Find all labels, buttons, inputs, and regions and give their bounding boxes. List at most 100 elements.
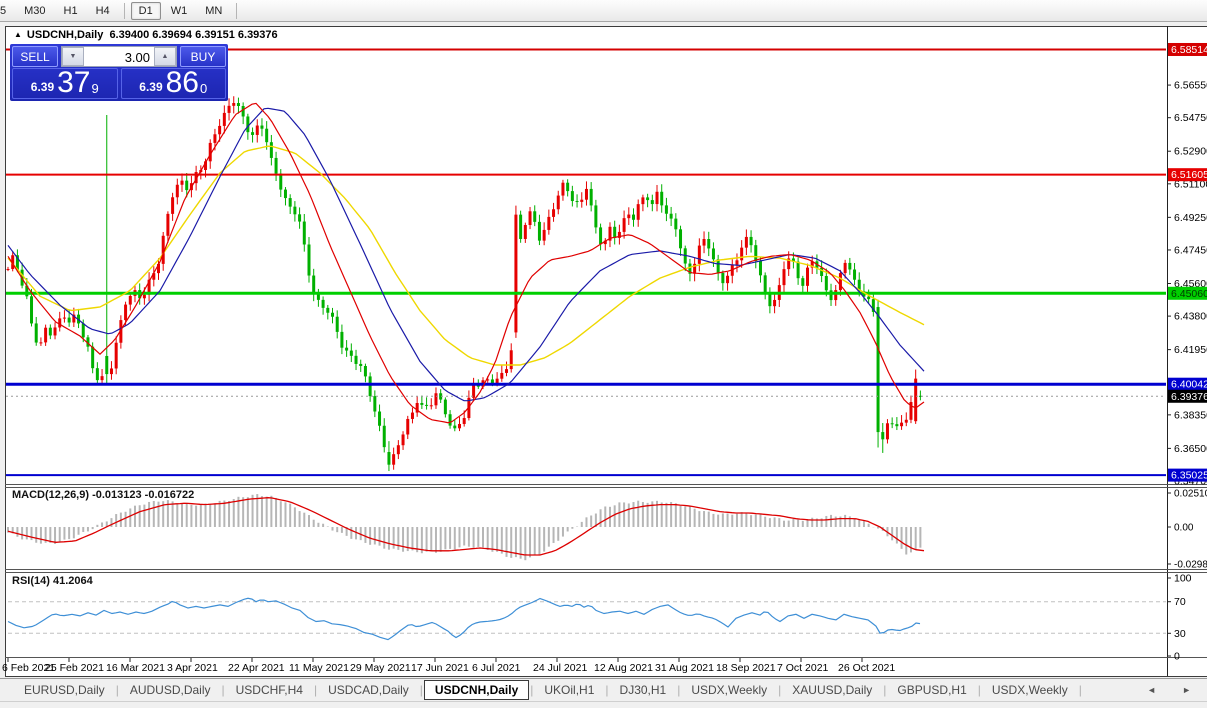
tab-scroll-left-icon[interactable]: ◄ bbox=[1147, 685, 1156, 695]
candle-body bbox=[354, 355, 358, 364]
ma-fast-red bbox=[7, 102, 925, 424]
chart-canvas[interactable]: 6.565506.547506.529006.511006.492506.474… bbox=[0, 0, 1207, 678]
candle-body bbox=[265, 128, 269, 143]
candle-body bbox=[34, 323, 38, 343]
chart-tab-gbpusd-h1[interactable]: GBPUSD,H1 bbox=[887, 680, 976, 700]
chart-tab-eurusd-daily[interactable]: EURUSD,Daily bbox=[14, 680, 115, 700]
price-tick-label: 6.54750 bbox=[1174, 112, 1207, 124]
candle-body bbox=[279, 173, 283, 190]
candle-body bbox=[552, 209, 556, 217]
candle-body bbox=[457, 423, 461, 429]
candle-body bbox=[293, 206, 297, 215]
candle-body bbox=[650, 200, 654, 205]
candle-body bbox=[6, 268, 10, 270]
volume-decrease-button[interactable]: ▼ bbox=[62, 47, 84, 66]
price-tick-label: 6.41950 bbox=[1174, 344, 1207, 356]
macd-pane[interactable] bbox=[7, 494, 925, 561]
rsi-pane[interactable] bbox=[7, 597, 1166, 641]
volume-increase-button[interactable]: ▲ bbox=[154, 47, 176, 66]
candle-body bbox=[382, 425, 386, 448]
candle-body bbox=[749, 236, 753, 246]
candle-body bbox=[283, 189, 287, 199]
collapse-arrow-icon[interactable]: ▲ bbox=[14, 30, 22, 39]
candle-body bbox=[175, 184, 179, 198]
candle-body bbox=[796, 261, 800, 279]
chart-tab-ukoil-h1[interactable]: UKOil,H1 bbox=[534, 680, 604, 700]
chart-title: ▲ USDCNH,Daily 6.39400 6.39694 6.39151 6.… bbox=[14, 29, 278, 41]
chart-tab-xauusd-daily[interactable]: XAUUSD,Daily bbox=[782, 680, 882, 700]
price-tick-label: 6.36500 bbox=[1174, 443, 1207, 455]
candle-body bbox=[801, 278, 805, 286]
price-badge-label: 6.45060 bbox=[1171, 288, 1207, 300]
candle-body bbox=[213, 134, 217, 143]
date-tick-label: 17 Jun 2021 bbox=[411, 662, 469, 674]
candle-body bbox=[528, 211, 532, 225]
candle-body bbox=[30, 296, 34, 324]
chart-tab-usdx-weekly[interactable]: USDX,Weekly bbox=[681, 680, 777, 700]
tab-separator: | bbox=[530, 683, 534, 697]
status-bar bbox=[0, 701, 1207, 708]
volume-input[interactable]: 3.00 bbox=[84, 47, 154, 66]
candle-body bbox=[251, 132, 255, 135]
candle-body bbox=[227, 105, 231, 113]
tab-separator: | bbox=[115, 683, 119, 697]
chart-tab-usdchf-h4[interactable]: USDCHF,H4 bbox=[226, 680, 313, 700]
date-tick-label: 26 Oct 2021 bbox=[838, 662, 895, 674]
candle-body bbox=[81, 323, 85, 338]
chart-tab-audusd-daily[interactable]: AUDUSD,Daily bbox=[120, 680, 221, 700]
candle-body bbox=[340, 331, 344, 348]
price-badge-label: 6.40042 bbox=[1171, 379, 1207, 391]
candle-body bbox=[679, 229, 683, 249]
tab-scroll-right-icon[interactable]: ► bbox=[1182, 685, 1191, 695]
candle-body bbox=[316, 294, 320, 300]
chart-tab-usdcad-daily[interactable]: USDCAD,Daily bbox=[318, 680, 419, 700]
candle-body bbox=[900, 422, 904, 427]
date-tick-label: 31 Aug 2021 bbox=[655, 662, 714, 674]
candle-body bbox=[735, 260, 739, 265]
candle-body bbox=[867, 296, 871, 300]
candle-body bbox=[218, 125, 222, 135]
candle-body bbox=[288, 198, 292, 207]
one-click-trading-panel: SELL ▼ 3.00 ▲ BUY 6.39 37 9 6.39 86 0 bbox=[10, 44, 228, 101]
candle-body bbox=[726, 275, 730, 284]
candle-body bbox=[505, 369, 509, 373]
candle-body bbox=[523, 224, 527, 239]
candle-body bbox=[39, 342, 43, 344]
candle-body bbox=[655, 191, 659, 205]
price-badge-label: 6.39376 bbox=[1171, 391, 1207, 403]
price-tick-label: 6.52900 bbox=[1174, 146, 1207, 158]
buy-button[interactable]: BUY bbox=[180, 46, 226, 67]
candle-body bbox=[307, 244, 311, 276]
candle-body bbox=[100, 376, 104, 381]
date-tick-label: 18 Sep 2021 bbox=[716, 662, 776, 674]
main-price-pane[interactable] bbox=[6, 48, 1166, 477]
candle-body bbox=[707, 239, 711, 249]
chart-tab-usdcnh-daily[interactable]: USDCNH,Daily bbox=[423, 680, 530, 700]
tab-separator: | bbox=[1078, 683, 1082, 697]
candle-body bbox=[594, 205, 598, 228]
chart-tab-bar: EURUSD,Daily | AUDUSD,Daily | USDCHF,H4 | USDC… bbox=[0, 678, 1207, 701]
buy-price-display[interactable]: 6.39 86 0 bbox=[120, 68, 226, 99]
candle-body bbox=[660, 191, 664, 206]
sell-button[interactable]: SELL bbox=[12, 46, 58, 67]
sell-price-prefix: 6.39 bbox=[30, 80, 55, 94]
candle-body bbox=[509, 350, 513, 370]
chart-tab-usdx-weekly[interactable]: USDX,Weekly bbox=[982, 680, 1078, 700]
macd-indicator-label: MACD(12,26,9) -0.013123 -0.016722 bbox=[12, 489, 195, 501]
macd-tick-label: 0.00 bbox=[1174, 523, 1194, 534]
tab-separator: | bbox=[419, 683, 423, 697]
date-tick-label: 12 Aug 2021 bbox=[594, 662, 653, 674]
candle-body bbox=[721, 273, 725, 284]
chart-tab-dj30-h1[interactable]: DJ30,H1 bbox=[610, 680, 677, 700]
sell-price-display[interactable]: 6.39 37 9 bbox=[12, 68, 118, 99]
candle-body bbox=[646, 197, 650, 201]
candle-body bbox=[636, 204, 640, 220]
buy-price-prefix: 6.39 bbox=[139, 80, 163, 94]
rsi-tick-label: 70 bbox=[1174, 596, 1186, 608]
candle-body bbox=[843, 262, 847, 274]
candle-body bbox=[711, 248, 715, 260]
candle-body bbox=[410, 412, 414, 419]
date-tick-label: 7 Oct 2021 bbox=[777, 662, 829, 674]
candle-body bbox=[105, 355, 109, 375]
candle-body bbox=[495, 378, 499, 384]
